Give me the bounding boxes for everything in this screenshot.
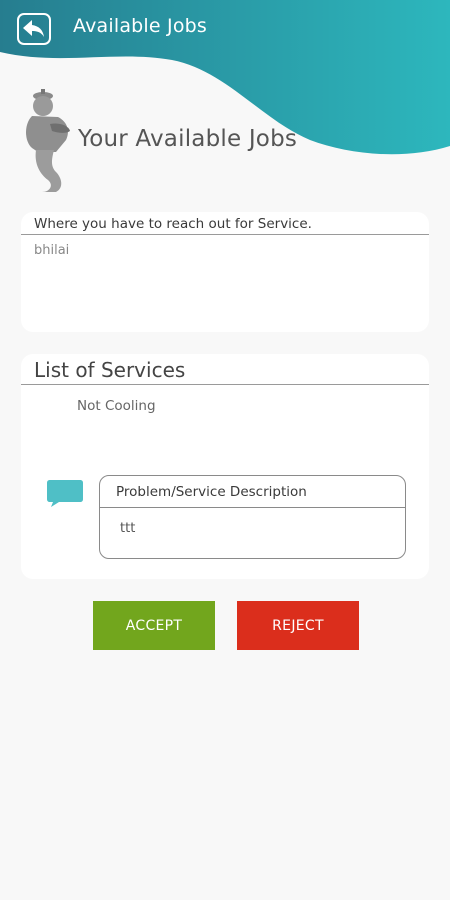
chat-icon[interactable] — [47, 478, 83, 508]
back-arrow-icon — [23, 20, 44, 37]
problem-description-label: Problem/Service Description — [116, 484, 307, 500]
location-value: bhilai — [34, 243, 70, 258]
problem-description-divider — [100, 507, 405, 508]
accept-button[interactable]: ACCEPT — [93, 601, 215, 650]
location-label: Where you have to reach out for Service. — [34, 216, 312, 232]
page-heading: Your Available Jobs — [78, 126, 298, 152]
services-card: List of Services Not Cooling Problem/Ser… — [21, 354, 429, 579]
header-title: Available Jobs — [73, 15, 208, 37]
back-button[interactable] — [17, 13, 51, 45]
genie-icon — [26, 89, 70, 192]
problem-description-value: ttt — [120, 521, 136, 536]
problem-description-box: Problem/Service Description ttt — [99, 475, 406, 559]
services-divider — [21, 384, 429, 385]
service-item: Not Cooling — [77, 398, 156, 414]
services-title: List of Services — [34, 358, 186, 382]
location-card: Where you have to reach out for Service.… — [21, 212, 429, 332]
location-divider — [21, 234, 429, 235]
reject-button[interactable]: REJECT — [237, 601, 359, 650]
